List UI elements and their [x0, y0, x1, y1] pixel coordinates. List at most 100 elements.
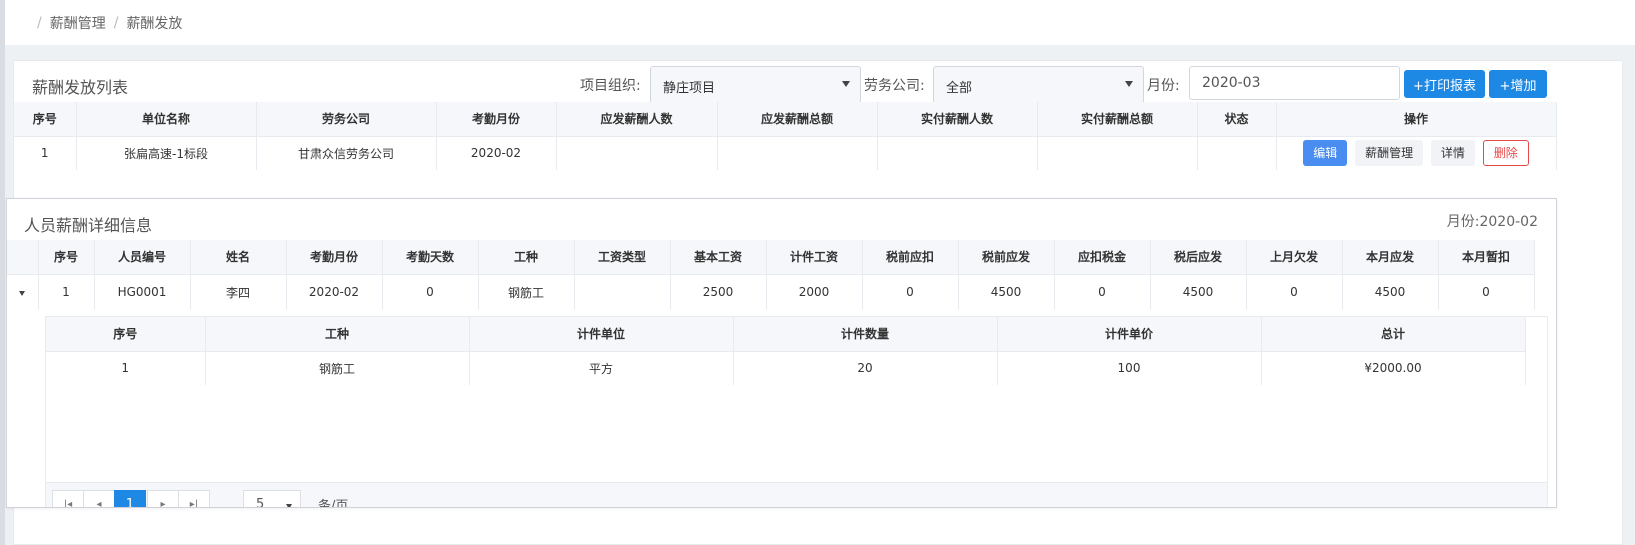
- table-header-row: 序号 单位名称 劳务公司 考勤月份 应发薪酬人数 应发薪酬总额 实付薪酬人数 实…: [14, 102, 1557, 137]
- table-cell: 李四: [190, 274, 287, 310]
- org-select[interactable]: 静庄项目: [650, 66, 861, 104]
- breadcrumb-item-salary-management[interactable]: 薪酬管理: [50, 13, 106, 33]
- table-cell: [1197, 136, 1277, 170]
- column-header: 工种: [205, 317, 470, 352]
- table-header-row: 序号 人员编号 姓名 考勤月份 考勤天数 工种 工资类型 基本工资 计件工资 税…: [7, 240, 1535, 275]
- table-cell: 0: [1438, 274, 1535, 310]
- column-header: 工资类型: [574, 240, 671, 275]
- salary-detail-panel: 人员薪酬详细信息 月份:2020-02 序号 人员编号 姓名 考勤月份 考勤天数…: [6, 198, 1557, 508]
- table-row[interactable]: 1 钢筋工 平方 20 100 ¥2000.00: [46, 351, 1526, 385]
- table-cell: 张扁高速-1标段: [76, 136, 257, 170]
- company-select[interactable]: 全部: [933, 66, 1144, 104]
- next-page-icon: ▸: [160, 499, 166, 508]
- chevron-down-icon: [286, 504, 292, 507]
- list-panel-header: 薪酬发放列表 项目组织: 静庄项目 劳务公司: 全部 月份: 2020-03 +…: [14, 61, 1622, 107]
- table-cell: 100: [997, 351, 1262, 385]
- column-header: 实付薪酬人数: [877, 102, 1038, 137]
- column-header: 操作: [1276, 102, 1557, 137]
- piecework-subtable: 序号 工种 计件单位 计件数量 计件单价 总计 1 钢筋工 平方 20 100 …: [45, 316, 1548, 508]
- column-header: 应发薪酬人数: [556, 102, 718, 137]
- detail-panel-title: 人员薪酬详细信息: [24, 216, 153, 235]
- column-header: 计件数量: [733, 317, 998, 352]
- column-header: 应扣税金: [1054, 240, 1151, 275]
- table-cell: [556, 136, 718, 170]
- prev-page-button[interactable]: ◂: [83, 490, 115, 507]
- column-header: 工种: [478, 240, 575, 275]
- column-header: 基本工资: [670, 240, 767, 275]
- breadcrumb-separator: /: [113, 14, 119, 31]
- column-header: 本月暂扣: [1438, 240, 1535, 275]
- edit-button[interactable]: 编辑: [1303, 140, 1348, 167]
- column-header: 考勤月份: [436, 102, 557, 137]
- column-header: 计件工资: [766, 240, 863, 275]
- table-cell: HG0001: [94, 274, 191, 310]
- column-header: 序号: [46, 317, 206, 352]
- table-cell: 2000: [766, 274, 863, 310]
- table-cell: ¥2000.00: [1261, 351, 1526, 385]
- detail-panel-month: 月份:2020-02: [1446, 214, 1538, 230]
- column-header: 单位名称: [76, 102, 257, 137]
- column-header: 实付薪酬总额: [1037, 102, 1198, 137]
- salary-list-table: 序号 单位名称 劳务公司 考勤月份 应发薪酬人数 应发薪酬总额 实付薪酬人数 实…: [14, 102, 1557, 170]
- actions-cell: 编辑 薪酬管理 详情 删除: [1276, 136, 1557, 170]
- column-header: 考勤天数: [382, 240, 479, 275]
- table-cell: 钢筋工: [205, 351, 470, 385]
- table-header-row: 序号 工种 计件单位 计件数量 计件单价 总计: [46, 317, 1526, 352]
- add-button[interactable]: +增加: [1489, 70, 1547, 98]
- breadcrumb: / 薪酬管理 / 薪酬发放: [5, 0, 1635, 45]
- column-header: 总计: [1261, 317, 1526, 352]
- piecework-table: 序号 工种 计件单位 计件数量 计件单价 总计 1 钢筋工 平方 20 100 …: [46, 317, 1526, 385]
- table-cell: 平方: [469, 351, 734, 385]
- column-header: 应发薪酬总额: [717, 102, 878, 137]
- column-header: 姓名: [190, 240, 287, 275]
- page-size-value: 5: [256, 497, 265, 508]
- breadcrumb-item-salary-payment[interactable]: 薪酬发放: [126, 13, 182, 33]
- column-header: 税前应扣: [862, 240, 959, 275]
- detail-button[interactable]: 详情: [1430, 140, 1475, 167]
- table-cell: 4500: [1150, 274, 1247, 310]
- page-size-select[interactable]: 5: [243, 490, 301, 508]
- column-header: 税前应发: [958, 240, 1055, 275]
- print-report-button[interactable]: +打印报表: [1404, 70, 1485, 98]
- column-header: 状态: [1197, 102, 1277, 137]
- caret-down-icon: [19, 291, 26, 297]
- next-page-button[interactable]: ▸: [147, 490, 179, 508]
- delete-button[interactable]: 删除: [1482, 140, 1529, 167]
- table-cell: 0: [382, 274, 479, 310]
- company-filter-label: 劳务公司:: [864, 78, 925, 94]
- column-header: 序号: [14, 102, 77, 137]
- page-number-button[interactable]: 1: [114, 490, 146, 507]
- month-input[interactable]: 2020-03: [1189, 66, 1400, 100]
- table-row[interactable]: 1 张扁高速-1标段 甘肃众信劳务公司 2020-02 编辑 薪酬管理 详情 删…: [14, 136, 1557, 170]
- first-page-button[interactable]: |◂: [52, 490, 84, 508]
- column-header: 计件单位: [469, 317, 734, 352]
- table-cell: 1: [46, 351, 206, 385]
- column-header: 考勤月份: [286, 240, 383, 275]
- table-cell: [877, 136, 1038, 170]
- column-header: 计件单价: [997, 317, 1262, 352]
- org-filter-label: 项目组织:: [580, 78, 641, 94]
- pagination: |◂ ◂ 1 ▸ ▸| 5 条/页: [46, 482, 1547, 508]
- left-sidebar-edge: [0, 0, 5, 545]
- table-row[interactable]: 1 HG0001 李四 2020-02 0 钢筋工 2500 2000 0 45…: [7, 274, 1535, 310]
- first-page-icon: |◂: [63, 499, 73, 508]
- last-page-button[interactable]: ▸|: [178, 490, 210, 508]
- column-header: 劳务公司: [256, 102, 437, 137]
- page-title: 薪酬发放列表: [32, 78, 129, 97]
- table-cell: 钢筋工: [478, 274, 575, 310]
- column-header: 序号: [38, 240, 95, 275]
- column-header: 人员编号: [94, 240, 191, 275]
- table-cell: 1: [38, 274, 95, 310]
- table-cell: 0: [862, 274, 959, 310]
- salary-manage-button[interactable]: 薪酬管理: [1355, 140, 1424, 167]
- last-page-icon: ▸|: [189, 499, 199, 508]
- table-cell: [574, 274, 671, 310]
- expand-column-header: [7, 240, 39, 275]
- expand-toggle[interactable]: [7, 274, 39, 310]
- company-select-value: 全部: [946, 81, 973, 96]
- per-page-label: 条/页: [318, 499, 349, 508]
- chevron-down-icon: [1125, 81, 1133, 87]
- column-header: 上月欠发: [1246, 240, 1343, 275]
- table-cell: 2500: [670, 274, 767, 310]
- chevron-down-icon: [842, 81, 850, 87]
